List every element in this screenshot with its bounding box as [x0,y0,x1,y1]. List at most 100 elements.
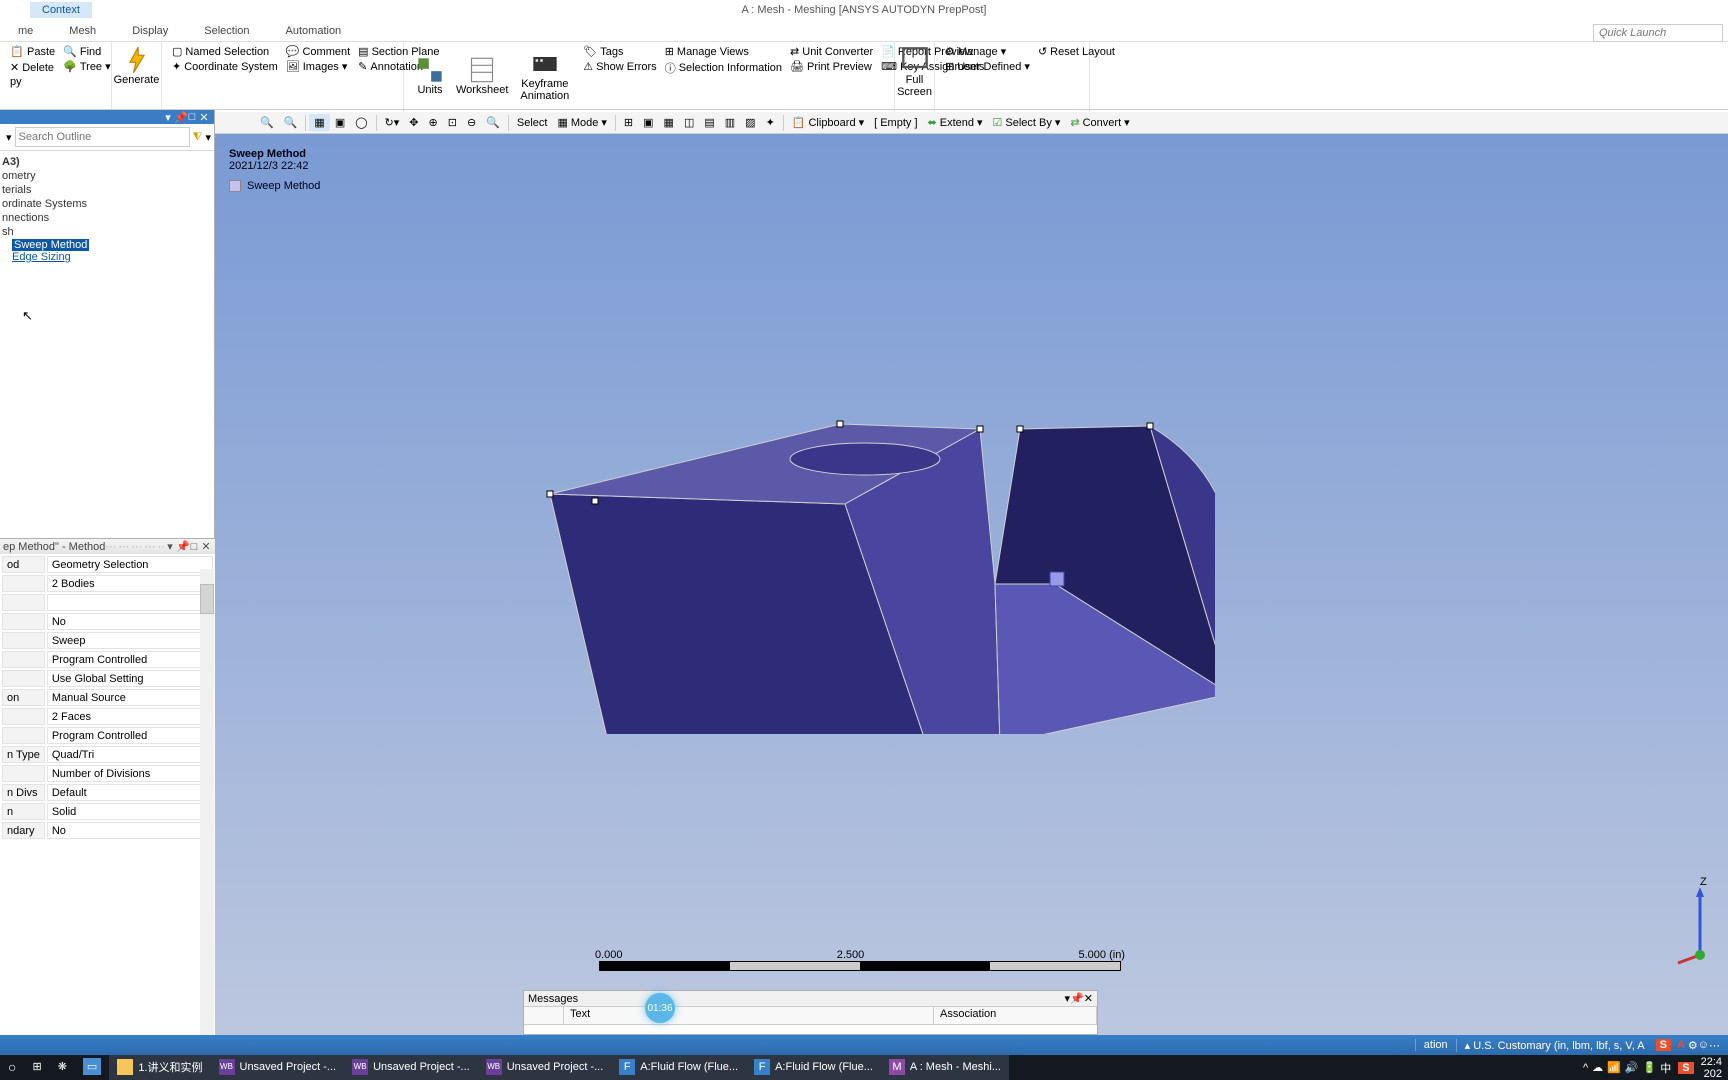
copy-button[interactable]: py [6,75,59,89]
details-value[interactable]: Quad/Tri [47,746,213,763]
details-row[interactable]: Use Global Setting [2,670,213,687]
vt-i5-icon[interactable]: ▤ [699,114,719,131]
details-value[interactable] [47,594,213,611]
panel-pin-icon[interactable]: 📌 [174,111,186,124]
vt-zoom-icon[interactable]: 🔍 [255,114,279,131]
task-app1[interactable]: ❋ [50,1055,75,1080]
paste-button[interactable]: 📋Paste [6,44,59,60]
vt-zoomfit-icon[interactable]: ⊡ [443,114,462,131]
tray-chevron-icon[interactable]: ^ [1583,1062,1588,1074]
details-row[interactable]: n DivsDefault [2,784,213,801]
status-icon-more[interactable]: ⋯ [1709,1039,1720,1052]
details-row[interactable]: Program Controlled [2,727,213,744]
details-row[interactable]: ndaryNo [2,822,213,839]
task-wb2[interactable]: WBUnsaved Project -... [344,1055,478,1080]
vt-zoombox-icon[interactable]: 🔍 [481,114,505,131]
manage-views-button[interactable]: ⊞Manage Views [661,44,786,59]
vt-extend-button[interactable]: ⬌Extend▾ [923,114,988,131]
print-preview-button[interactable]: 🖨Print Preview [786,59,877,74]
details-value[interactable]: Program Controlled [47,727,213,744]
vt-i4-icon[interactable]: ◫ [679,114,699,131]
details-row[interactable]: No [2,613,213,630]
vt-mode-button[interactable]: ▦Mode▾ [552,114,611,131]
details-close-icon[interactable]: ✕ [200,540,212,553]
quick-launch-input[interactable] [1593,24,1723,42]
context-tab[interactable]: Context [30,2,92,18]
tree-item-coord-systems[interactable]: ordinate Systems [2,197,212,211]
outline-filter-icon[interactable]: ▾ [3,131,15,144]
vt-zoomin-icon[interactable]: ⊕ [424,114,443,131]
units-button[interactable]: Units [410,44,450,107]
sogou-ime-icon[interactable]: S [1656,1039,1671,1051]
status-units[interactable]: ▴ U.S. Customary (in, lbm, lbf, s, V, A [1456,1039,1653,1052]
geometry-model[interactable] [495,254,1215,734]
details-value[interactable]: Number of Divisions [47,765,213,782]
vt-select-button[interactable]: Select [512,115,553,131]
details-scrollbar[interactable] [200,569,214,1035]
named-selection-button[interactable]: ▢Named Selection [168,44,282,59]
tree-item-edge-sizing[interactable]: Edge Sizing [12,250,71,264]
unit-converter-button[interactable]: ⇄Unit Converter [786,44,877,59]
system-tray[interactable]: ^ ☁ 📶 🔊 🔋 中 S 22:4 202 [1577,1056,1728,1080]
selection-info-button[interactable]: ⓘSelection Information [661,59,786,77]
details-value[interactable]: Program Controlled [47,651,213,668]
details-row[interactable]: 2 Bodies [2,575,213,592]
msg-col-text[interactable]: Text [564,1007,934,1024]
vt-i3-icon[interactable]: ▦ [659,114,679,131]
user-defined-button[interactable]: ⊞User Defined▾ [941,59,1034,74]
outline-more-icon[interactable]: ▾ [205,131,211,144]
details-row[interactable]: Program Controlled [2,651,213,668]
task-meshing[interactable]: MA : Mesh - Meshi... [881,1055,1009,1080]
vt-zoom2-icon[interactable]: 🔍 [279,114,303,131]
vt-selectby-button[interactable]: ☑Select By▾ [988,114,1066,131]
details-row[interactable]: Number of Divisions [2,765,213,782]
selection-marker[interactable] [1050,572,1064,586]
vt-pan-icon[interactable]: ✥ [404,114,423,131]
tree-root[interactable]: A3) [2,155,212,169]
details-value[interactable]: No [47,613,213,630]
coord-system-button[interactable]: ✦Coordinate System [168,59,282,74]
menu-automation[interactable]: Automation [268,22,360,40]
task-folder[interactable]: 1.讲义和实例 [109,1055,210,1080]
task-fluent1[interactable]: FA:Fluid Flow (Flue... [611,1055,746,1080]
task-view[interactable]: ⊞ [24,1055,49,1080]
details-max-icon[interactable]: □ [188,541,200,553]
task-start[interactable]: ○ [0,1055,24,1080]
details-row[interactable]: 2 Faces [2,708,213,725]
tray-clock[interactable]: 22:4 [1701,1056,1722,1068]
tree-item-geometry[interactable]: ometry [2,169,212,183]
vt-select-mode-icon[interactable]: ▦ [309,114,329,131]
menu-display[interactable]: Display [114,22,186,40]
status-icon-a[interactable]: A [1674,1039,1688,1051]
details-value[interactable]: 2 Faces [47,708,213,725]
tree-button[interactable]: 🌳Tree▾ [59,59,114,74]
menu-selection[interactable]: Selection [186,22,267,40]
tray-battery-icon[interactable]: 🔋 [1643,1061,1657,1074]
msg-pin-icon[interactable]: 📌 [1070,992,1084,1005]
outline-search-input[interactable] [15,127,190,147]
details-value[interactable]: Sweep [47,632,213,649]
details-value[interactable]: Geometry Selection [47,556,213,573]
vt-i2-icon[interactable]: ▣ [638,114,658,131]
details-value[interactable]: 2 Bodies [47,575,213,592]
outline-expand-icon[interactable]: ⧨ [190,131,206,144]
reset-layout-button[interactable]: ↺Reset Layout [1034,44,1119,59]
vt-i6-icon[interactable]: ▥ [720,114,740,131]
tray-ime-icon[interactable]: 中 [1660,1060,1671,1076]
panel-close-icon[interactable]: ✕ [198,111,210,124]
fullscreen-button[interactable]: Full Screen [901,44,928,100]
menu-mesh[interactable]: Mesh [51,22,114,40]
details-row[interactable]: nSolid [2,803,213,820]
details-row[interactable]: Sweep [2,632,213,649]
tree-item-materials[interactable]: terials [2,183,212,197]
vt-i1-icon[interactable]: ⊞ [619,114,638,131]
vt-i8-icon[interactable]: ✦ [761,114,780,131]
status-icon-smile[interactable]: ☺ [1698,1039,1709,1051]
worksheet-button[interactable]: Worksheet [450,44,514,107]
find-button[interactable]: 🔍Find [59,44,114,59]
status-icon-gear[interactable]: ⚙ [1688,1039,1698,1052]
vt-rotate-icon[interactable]: ↻▾ [380,114,405,131]
tree-item-mesh[interactable]: sh [2,225,212,239]
keyframe-button[interactable]: Keyframe Animation [514,44,575,107]
details-value[interactable]: Use Global Setting [47,670,213,687]
